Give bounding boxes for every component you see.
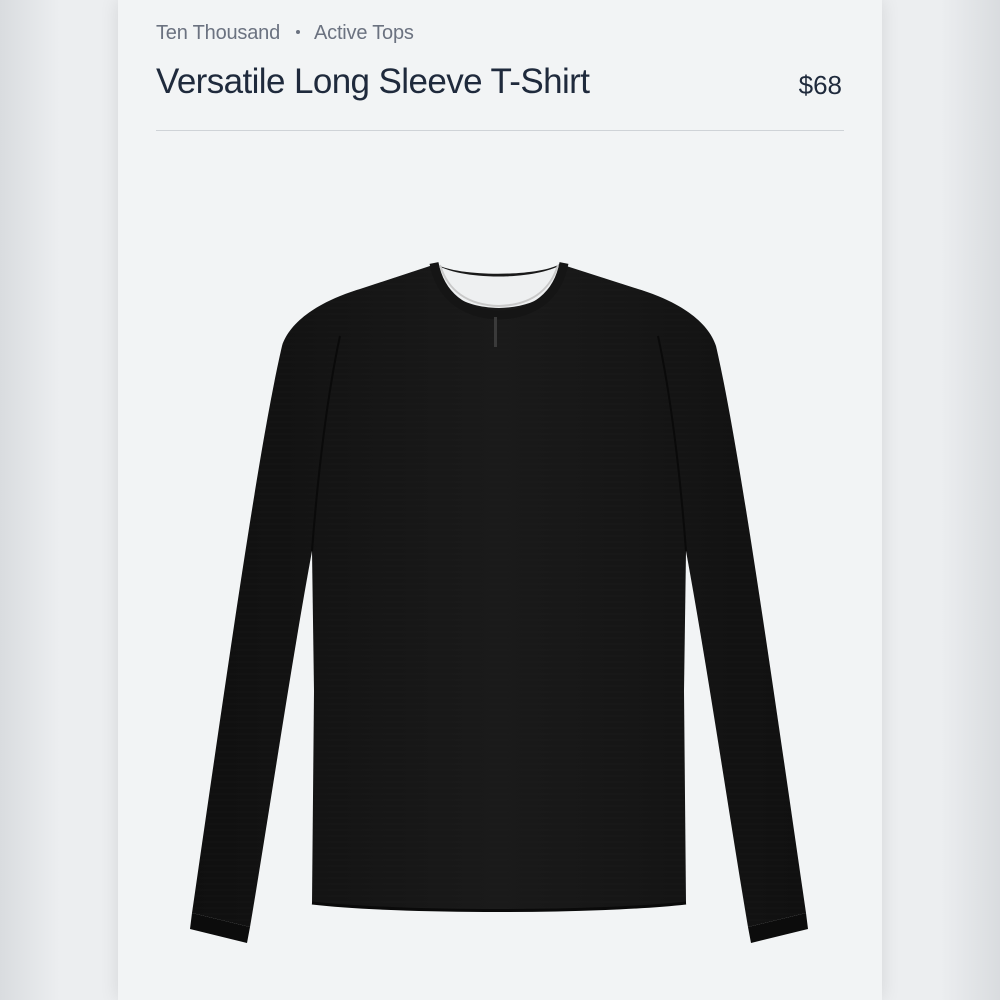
breadcrumb: Ten Thousand Active Tops — [156, 22, 414, 45]
breadcrumb-separator-dot — [296, 29, 300, 34]
breadcrumb-brand-link[interactable]: Ten Thousand — [156, 22, 280, 45]
breadcrumb-category-link[interactable]: Active Tops — [314, 22, 414, 45]
product-image[interactable] — [118, 131, 882, 1000]
product-title: Versatile Long Sleeve T-Shirt — [156, 62, 590, 101]
product-card: Ten Thousand Active Tops Versatile Long … — [118, 0, 882, 1000]
product-price: $68 — [798, 70, 842, 100]
